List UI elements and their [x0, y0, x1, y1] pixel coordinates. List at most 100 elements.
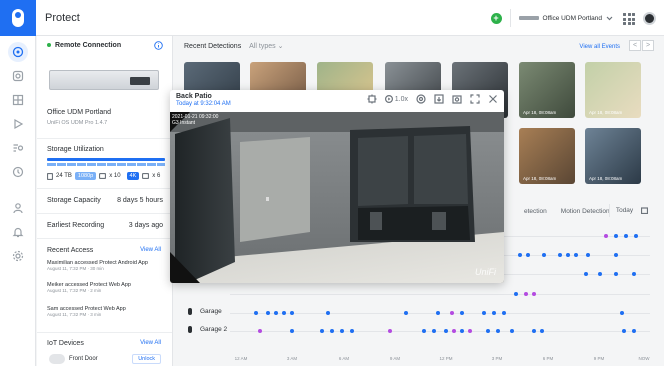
users-nav-icon[interactable] — [10, 200, 26, 216]
event-dot[interactable] — [266, 311, 270, 315]
event-dot[interactable] — [436, 311, 440, 315]
console-selector[interactable]: Office UDM Portland — [509, 9, 613, 27]
recent-access-view-all[interactable]: View All — [140, 247, 161, 253]
video-player[interactable]: 2021-01-21 09:32:00 G3 Instant UniFi — [170, 112, 504, 283]
avatar[interactable] — [643, 11, 656, 25]
event-dot[interactable] — [502, 311, 506, 315]
close-icon[interactable] — [488, 94, 498, 104]
event-dot[interactable] — [514, 292, 518, 296]
event-dot[interactable] — [492, 311, 496, 315]
event-dot[interactable] — [482, 311, 486, 315]
event-dot[interactable] — [388, 329, 392, 333]
event-dot[interactable] — [452, 329, 456, 333]
event-dot[interactable] — [532, 329, 536, 333]
protect-logo-icon[interactable] — [0, 0, 36, 36]
event-dot[interactable] — [510, 329, 514, 333]
playback-speed-button[interactable]: 1.0x — [384, 95, 408, 103]
zoom-icon[interactable] — [367, 94, 377, 104]
event-dot[interactable] — [330, 329, 334, 333]
hdd-icon — [47, 172, 53, 180]
event-dot[interactable] — [622, 329, 626, 333]
event-dot[interactable] — [282, 311, 286, 315]
event-dot[interactable] — [532, 292, 536, 296]
event-dot[interactable] — [422, 329, 426, 333]
event-dot[interactable] — [558, 253, 562, 257]
snapshot-icon[interactable] — [452, 94, 462, 104]
event-dot[interactable] — [274, 311, 278, 315]
info-icon[interactable] — [154, 41, 163, 50]
unlock-button[interactable]: Unlock — [132, 354, 161, 364]
view-all-events-link[interactable]: View all Events — [579, 44, 620, 50]
play-circle-icon — [384, 95, 393, 103]
recent-detections-header: Recent Detections All types ⌄ — [184, 42, 283, 50]
add-device-button[interactable]: + — [490, 12, 502, 24]
event-dot[interactable] — [584, 272, 588, 276]
event-dot[interactable] — [614, 272, 618, 276]
download-icon[interactable] — [434, 94, 444, 104]
event-dot[interactable] — [444, 329, 448, 333]
event-dot[interactable] — [290, 311, 294, 315]
fullscreen-icon[interactable] — [470, 94, 480, 104]
event-dot[interactable] — [326, 311, 330, 315]
event-dot[interactable] — [290, 329, 294, 333]
event-dot[interactable] — [566, 253, 570, 257]
detection-thumbnail[interactable]: Apr 18, 08:08am — [585, 128, 641, 184]
event-dot[interactable] — [614, 234, 618, 238]
tab-detection[interactable]: etection — [524, 208, 547, 215]
event-dot[interactable] — [350, 329, 354, 333]
date-picker[interactable]: Today — [608, 204, 654, 218]
camera-lens-icon[interactable] — [416, 94, 426, 104]
event-dot[interactable] — [496, 329, 500, 333]
event-dot[interactable] — [624, 234, 628, 238]
access-time: August 11, 7:32 PM · 30 min — [47, 266, 104, 271]
timeline-row-garage[interactable]: Garage — [188, 308, 658, 320]
thumbnail-timestamp: Apr 18, 08:08am — [589, 176, 623, 181]
event-dot[interactable] — [574, 253, 578, 257]
detection-thumbnail[interactable]: Apr 18, 08:08am — [519, 62, 575, 118]
event-dot[interactable] — [524, 292, 528, 296]
event-dot[interactable] — [518, 253, 522, 257]
event-dot[interactable] — [542, 253, 546, 257]
dashboard-nav-icon[interactable] — [8, 42, 28, 62]
event-dot[interactable] — [460, 329, 464, 333]
event-dot[interactable] — [620, 311, 624, 315]
detection-thumbnail[interactable]: Apr 18, 08:08am — [585, 62, 641, 118]
event-dot[interactable] — [526, 253, 530, 257]
detections-nav-icon[interactable] — [10, 140, 26, 156]
event-dot[interactable] — [486, 329, 490, 333]
settings-gear-icon[interactable] — [10, 248, 26, 264]
event-dot[interactable] — [632, 329, 636, 333]
event-dot[interactable] — [614, 253, 618, 257]
alarm-nav-icon[interactable] — [10, 164, 26, 180]
app-grid-icon[interactable] — [621, 11, 635, 25]
event-dot[interactable] — [320, 329, 324, 333]
event-dot[interactable] — [404, 311, 408, 315]
event-dot[interactable] — [468, 329, 472, 333]
event-dot[interactable] — [632, 272, 636, 276]
event-dot[interactable] — [432, 329, 436, 333]
liveview-nav-icon[interactable] — [10, 92, 26, 108]
event-dot[interactable] — [450, 311, 454, 315]
timeline-row[interactable] — [188, 289, 658, 301]
list-item[interactable]: Meiker accessed Protect Web App August 1… — [47, 282, 131, 293]
event-dot[interactable] — [634, 234, 638, 238]
tab-motion-detection[interactable]: Motion Detection — [561, 208, 610, 215]
iot-view-all[interactable]: View All — [140, 340, 161, 346]
event-dot[interactable] — [598, 272, 602, 276]
event-dot[interactable] — [604, 234, 608, 238]
event-dot[interactable] — [340, 329, 344, 333]
list-item[interactable]: Maximilian accessed Protect Android App … — [47, 260, 148, 271]
playback-nav-icon[interactable] — [10, 116, 26, 132]
devices-nav-icon[interactable] — [10, 68, 26, 84]
detection-type-filter[interactable]: All types ⌄ — [249, 43, 283, 50]
pager-next-button[interactable]: > — [642, 40, 654, 51]
event-dot[interactable] — [540, 329, 544, 333]
list-item[interactable]: Sam accessed Protect Web App August 11, … — [47, 306, 126, 317]
pager-prev-button[interactable]: < — [629, 40, 641, 51]
detection-thumbnail[interactable]: Apr 18, 08:08am — [519, 128, 575, 184]
event-dot[interactable] — [254, 311, 258, 315]
event-dot[interactable] — [586, 253, 590, 257]
event-dot[interactable] — [258, 329, 262, 333]
notifications-bell-icon[interactable] — [10, 224, 26, 240]
event-dot[interactable] — [460, 311, 464, 315]
